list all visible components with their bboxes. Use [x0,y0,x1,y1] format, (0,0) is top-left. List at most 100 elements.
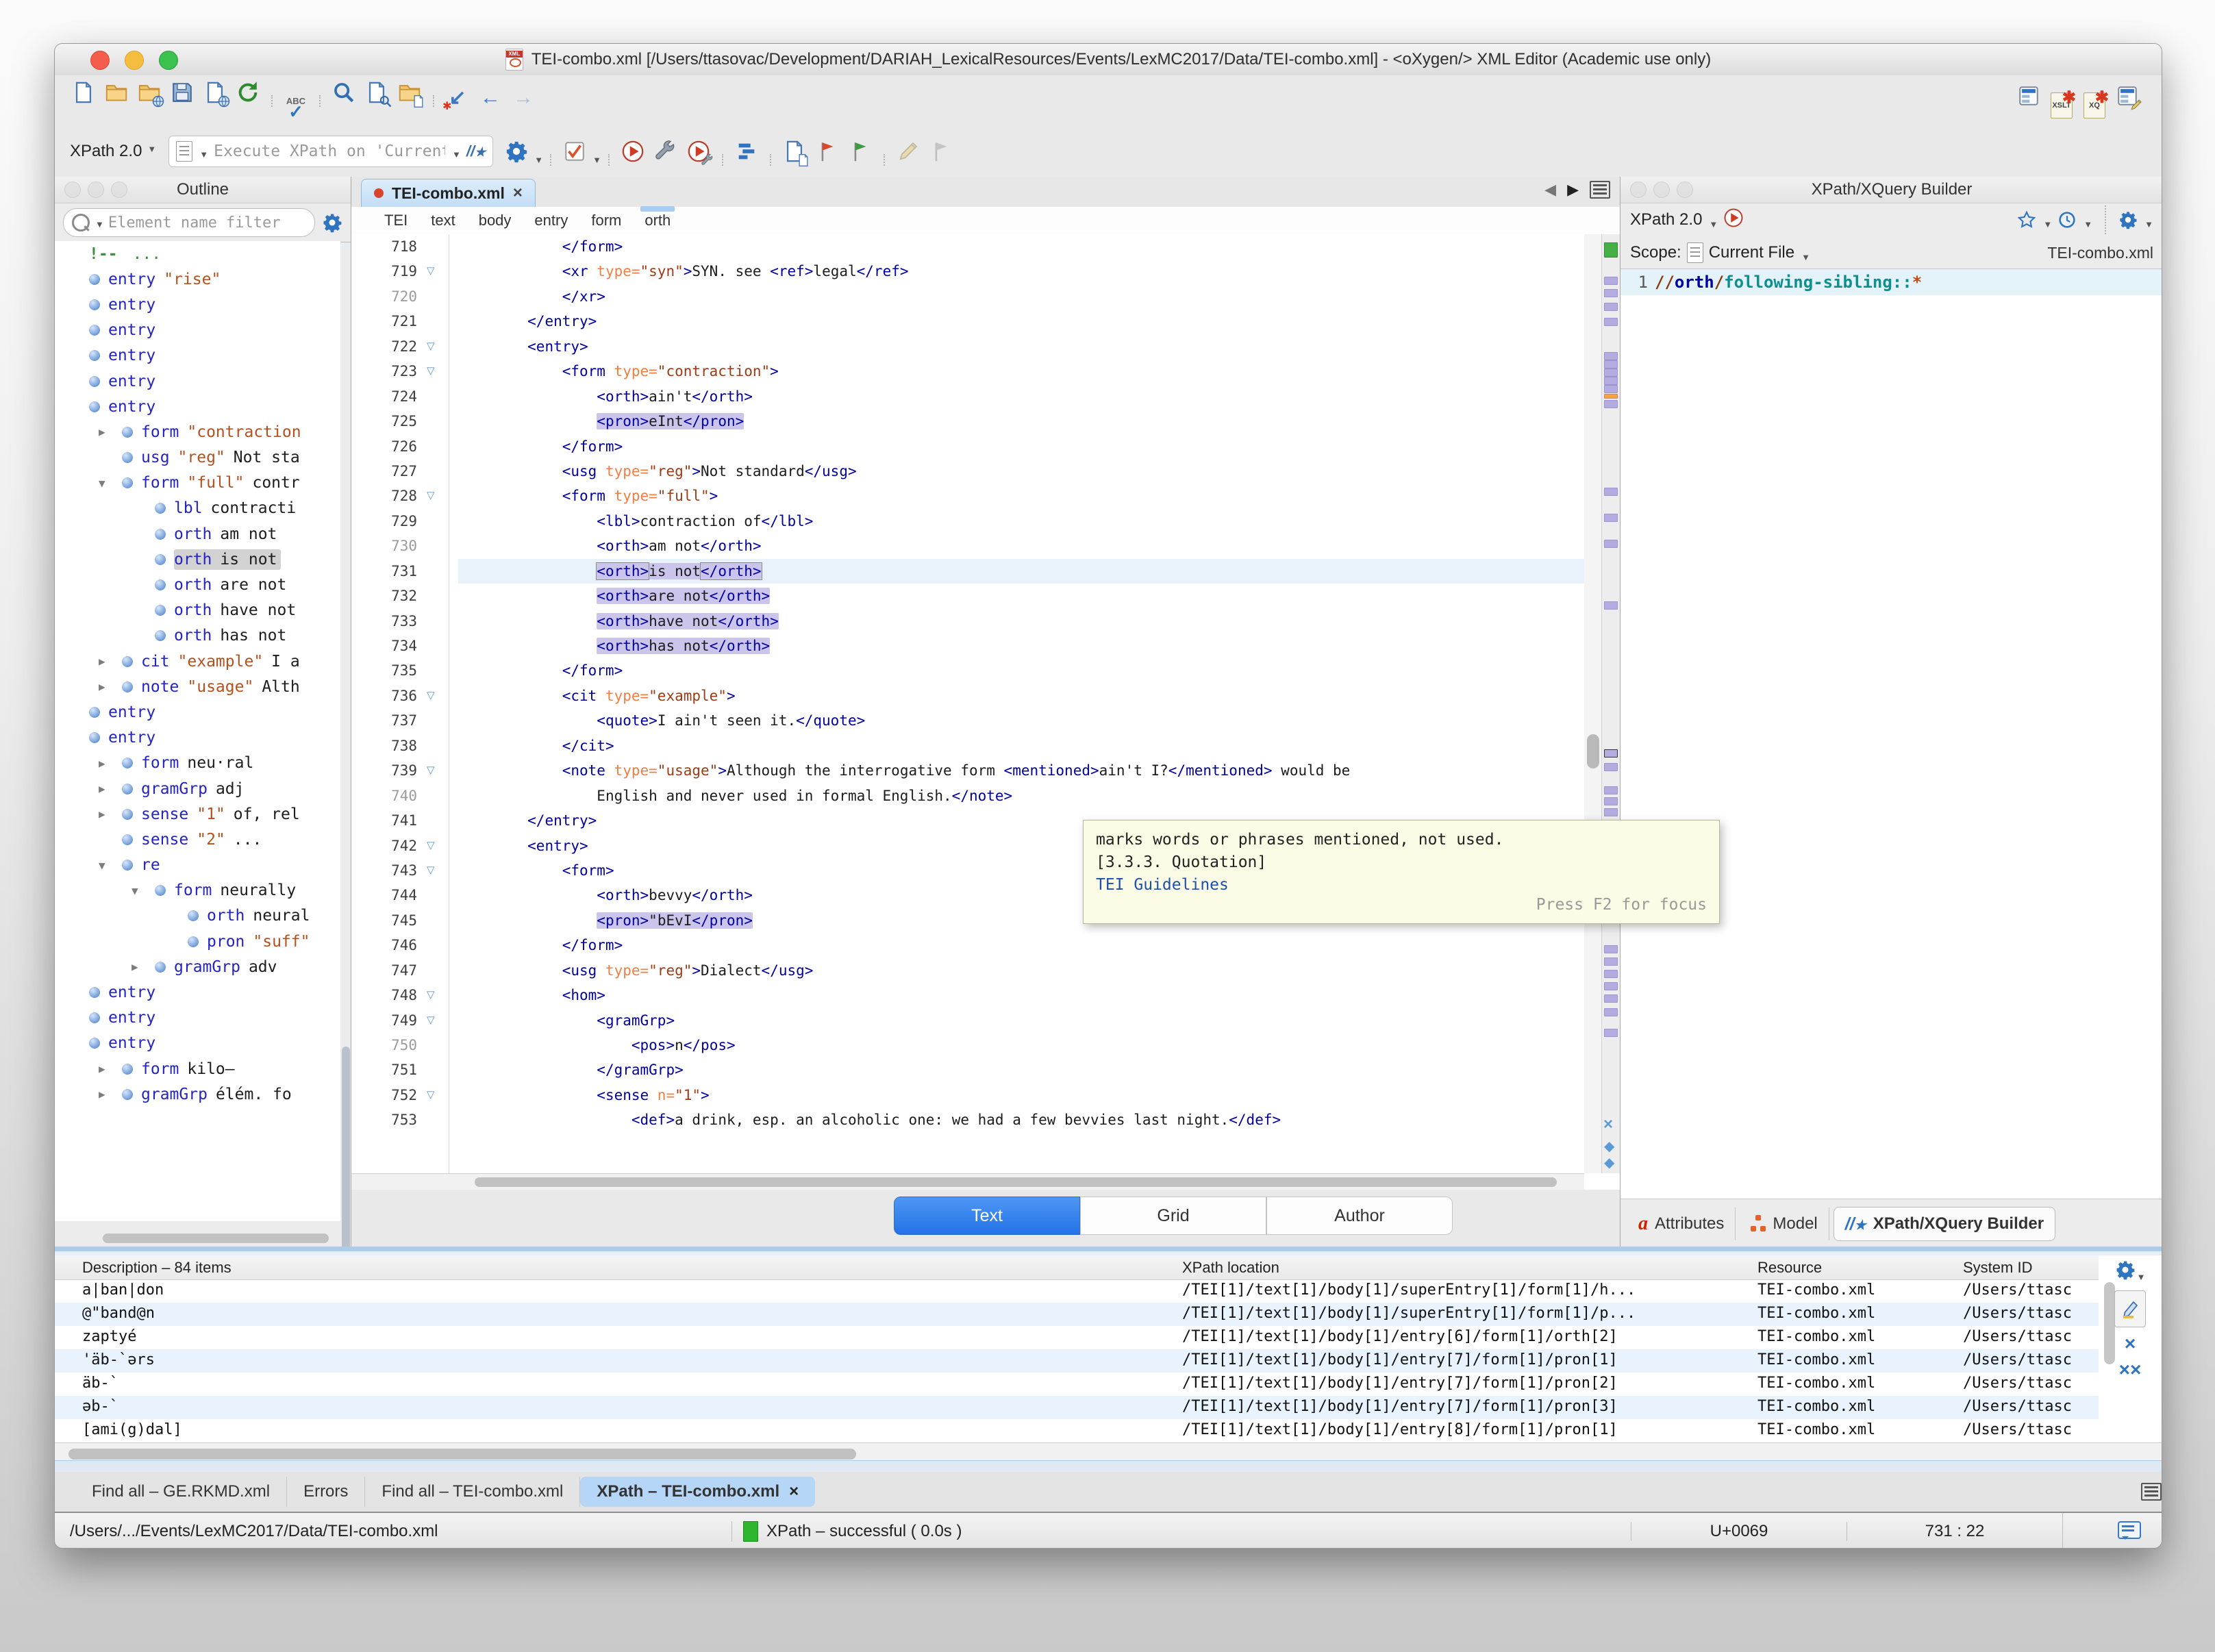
code-line-738[interactable]: 738 </cit> [351,734,1584,758]
breadcrumb-body[interactable]: body [479,212,512,229]
code-line-731[interactable]: 731 <orth>is not</orth> [351,559,1584,584]
mode-text[interactable]: Text [894,1197,1080,1235]
xpath-result-mark[interactable] [1604,945,1618,953]
code-line-753[interactable]: 753 <def>a drink, esp. an alcoholic one:… [351,1107,1584,1132]
outline-item[interactable]: entry"rise" [55,266,340,292]
panel-layout-icon[interactable] [2012,79,2045,112]
reload-icon[interactable] [231,76,264,109]
remove-result-icon[interactable]: × [2125,1334,2136,1353]
breadcrumb-form[interactable]: form [591,212,621,229]
outline-vertical-scrollbar[interactable] [342,1047,350,1273]
outline-item[interactable]: orthis not [55,547,340,572]
results-settings-gear-icon[interactable]: ▼ [2115,1260,2146,1284]
result-row[interactable]: [ami(g)dal]/TEI[1]/text[1]/body[1]/entry… [55,1419,2099,1442]
outline-item[interactable]: sense"2"... [55,827,340,852]
clear-highlights-icon[interactable]: × [1603,1116,1613,1133]
code-line-748[interactable]: 748▽ <hom> [351,983,1584,1008]
result-row[interactable]: @"band@n/TEI[1]/text[1]/body[1]/superEnt… [55,1303,2099,1326]
code-line-725[interactable]: 725 <pron>eInt</pron> [351,409,1584,434]
outline-settings-gear-icon[interactable] [322,212,342,233]
code-line-727[interactable]: 727 <usg type="reg">Not standard</usg> [351,459,1584,484]
code-line-722[interactable]: 722▽ <entry> [351,334,1584,359]
code-line-726[interactable]: 726 </form> [351,434,1584,459]
settings-icon[interactable] [500,135,533,168]
column-xpath-location[interactable]: XPath location [1182,1259,1279,1277]
outline-item[interactable]: orthhas not [55,623,340,649]
code-line-740[interactable]: 740 English and never used in formal Eng… [351,784,1584,808]
open-icon[interactable] [100,76,133,109]
xpath-result-mark[interactable] [1604,394,1618,399]
outline-item[interactable]: entry [55,699,340,725]
outline-item[interactable]: ortham not [55,521,340,547]
xpath-result-mark[interactable] [1604,540,1618,548]
configure-transformation-icon[interactable] [649,135,682,168]
xpath-result-mark[interactable] [1604,994,1618,1003]
open-url-icon[interactable] [133,76,166,109]
edit-disabled-icon[interactable] [892,135,925,168]
close-tab-icon[interactable]: × [513,184,523,203]
spell-check-icon[interactable]: ABC✓ [279,92,312,125]
outline-item[interactable]: ▶form"contraction [55,419,340,445]
xpath-result-mark[interactable] [1604,970,1618,978]
view-tab-find-all-tei-combo-xml[interactable]: Find all – TEI-combo.xml [365,1477,580,1507]
overview-ruler[interactable]: × ◆ ◆ [1601,234,1620,1173]
editor-tab-tei-combo[interactable]: TEI-combo.xml × [361,179,536,207]
minimize-window-button[interactable] [125,51,144,70]
outline-item[interactable]: ▶sense"1"of, rel [55,801,340,827]
find-replace-in-file-icon[interactable] [360,76,393,109]
pin-red-icon[interactable] [811,135,844,168]
xpath-execute-combo[interactable]: ▼ Execute XPath on 'Current File' ▼ //★ [168,136,493,167]
xpath-result-mark[interactable] [1604,318,1618,326]
notifications-bubble-icon[interactable] [2118,1521,2141,1539]
builder-tab-xpath-xquery-builder[interactable]: //★XPath/XQuery Builder [1834,1207,2055,1241]
code-line-734[interactable]: 734 <orth>has not</orth> [351,634,1584,658]
xpath-result-mark[interactable] [1604,385,1618,393]
view-tab-errors[interactable]: Errors [287,1477,365,1507]
builder-version-selector[interactable]: XPath 2.0 [1630,210,1702,229]
document-status-mark[interactable] [1604,242,1618,258]
result-row[interactable]: zaptyé/TEI[1]/text[1]/body[1]/entry[6]/f… [55,1326,2099,1349]
outline-item[interactable]: usg"reg"Not sta [55,445,340,471]
outline-item[interactable]: entry [55,368,340,394]
outline-item[interactable]: ▼formneurally [55,878,340,903]
code-line-724[interactable]: 724 <orth>ain't</orth> [351,384,1584,409]
builder-tab-attributes[interactable]: aAttributes [1627,1207,1736,1240]
code-line-728[interactable]: 728▽ <form type="full"> [351,484,1584,508]
xpath-result-mark[interactable] [1604,1029,1618,1037]
breadcrumb-entry[interactable]: entry [534,212,568,229]
code-editor[interactable]: 718 </form>719▽ <xr type="syn">SYN. see … [351,234,1584,1173]
code-line-750[interactable]: 750 <pos>n</pos> [351,1033,1584,1057]
outline-item[interactable]: entry [55,725,340,751]
close-window-button[interactable] [90,51,110,70]
xpath-builder-header[interactable]: XPath/XQuery Builder [1620,177,2162,203]
history-clock-icon[interactable] [2057,210,2077,229]
next-highlight-icon[interactable]: ◆ [1604,1156,1614,1170]
scrollbar-thumb[interactable] [1587,734,1599,768]
nav-back-icon[interactable]: ← [474,82,507,114]
outline-item[interactable]: entry [55,1031,340,1056]
outline-item[interactable]: ▶note"usage"Alth [55,674,340,699]
favorites-star-icon[interactable] [2017,210,2036,229]
outline-item[interactable]: orthare not [55,572,340,597]
xpath-result-mark[interactable] [1604,786,1618,794]
outline-horizontal-scrollbar[interactable] [103,1234,329,1243]
editor-vertical-scrollbar[interactable] [1584,234,1602,1173]
search-icon[interactable] [327,76,360,109]
outline-item[interactable]: entry [55,292,340,317]
xpath-query-editor[interactable]: 1 //orth/following-sibling::* [1620,268,2162,1199]
xpath-result-mark[interactable] [1604,303,1618,311]
xpath-result-mark[interactable] [1604,368,1618,377]
outline-item[interactable]: pron"suff" [55,929,340,954]
xpath-result-mark[interactable] [1604,808,1618,816]
breadcrumb-text[interactable]: text [431,212,455,229]
find-replace-in-files-icon[interactable] [393,76,426,109]
code-line-733[interactable]: 733 <orth>have not</orth> [351,609,1584,634]
save-to-url-icon[interactable] [199,76,231,109]
code-line-751[interactable]: 751 </gramGrp> [351,1057,1584,1082]
outline-item[interactable]: orthhave not [55,598,340,623]
xpath-result-mark[interactable] [1604,1008,1618,1016]
format-indent-icon[interactable] [730,135,763,168]
xpath-result-mark[interactable] [1604,763,1618,771]
chevron-down-icon[interactable]: ▼ [452,149,461,166]
save-icon[interactable] [166,76,199,109]
